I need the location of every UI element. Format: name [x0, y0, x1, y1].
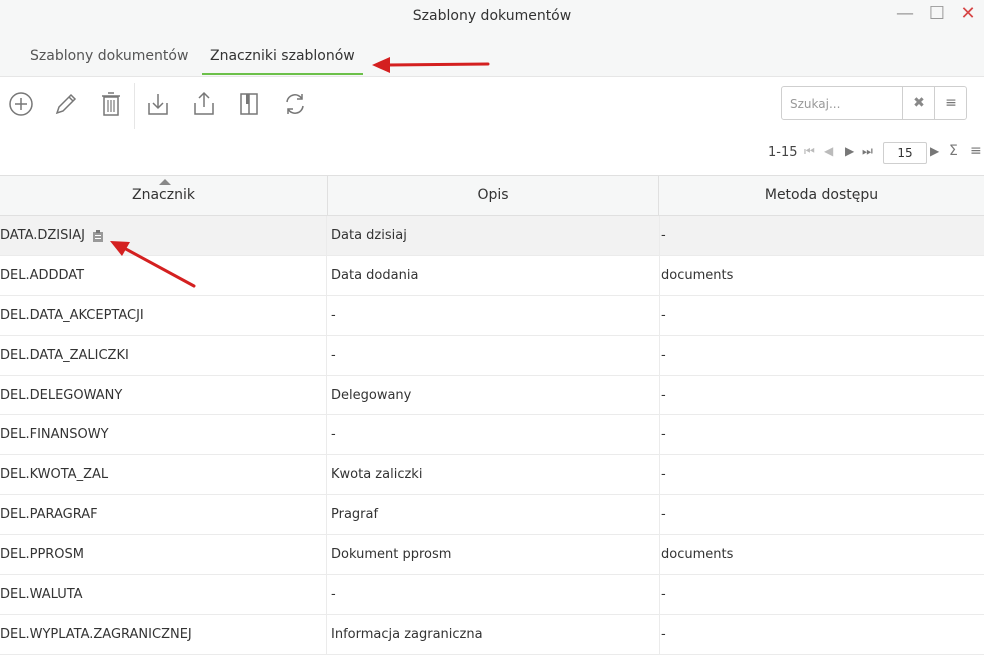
- table-row[interactable]: DEL.PPROSM Dokument pprosm documents: [0, 535, 984, 576]
- clipboard-copy-icon[interactable]: [91, 229, 105, 243]
- tab-znaczniki-szablonow[interactable]: Znaczniki szablonów: [202, 48, 363, 75]
- page-size-next-button[interactable]: ▶: [930, 144, 939, 158]
- table-row[interactable]: DEL.WYPLATA.ZAGRANICZNEJ Informacja zagr…: [0, 614, 984, 655]
- search-clear-button[interactable]: ✖: [902, 87, 935, 119]
- toolbar-separator: [134, 83, 135, 129]
- first-page-button[interactable]: ⏮: [804, 144, 815, 159]
- column-header-opis[interactable]: Opis: [328, 176, 659, 215]
- search-box: ✖ ≡: [781, 86, 967, 120]
- tabs-bar: Szablony dokumentów Znaczniki szablonów: [0, 34, 984, 77]
- export-icon[interactable]: [189, 89, 219, 119]
- table-row[interactable]: DEL.DATA_AKCEPTACJI - -: [0, 295, 984, 336]
- column-header-znacznik[interactable]: Znacznik: [0, 176, 328, 215]
- tag-cell: DEL.PPROSM: [0, 535, 327, 575]
- desc-cell: -: [328, 335, 660, 375]
- desc-cell: Delegowany: [328, 375, 660, 415]
- grid-menu-button[interactable]: ≡: [970, 143, 982, 159]
- desc-cell: Kwota zaliczki: [328, 455, 660, 495]
- desc-cell: Pragraf: [328, 495, 660, 535]
- table-row[interactable]: DEL.DELEGOWANY Delegowany -: [0, 375, 984, 416]
- access-cell: -: [661, 587, 666, 603]
- search-input[interactable]: [788, 93, 902, 115]
- annotation-arrow: [110, 241, 196, 288]
- desc-cell: Dokument pprosm: [328, 535, 660, 575]
- page-size-input[interactable]: 15: [883, 142, 927, 164]
- access-cell: -: [661, 307, 666, 323]
- desc-cell: Data dodania: [328, 255, 660, 295]
- table-row[interactable]: DEL.FINANSOWY - -: [0, 415, 984, 456]
- prev-page-button[interactable]: ◀: [824, 144, 833, 158]
- edit-icon[interactable]: [51, 89, 81, 119]
- tag-cell: DATA.DZISIAJ: [0, 228, 85, 243]
- tag-cell: DEL.KWOTA_ZAL: [0, 455, 327, 495]
- access-cell: -: [661, 507, 666, 523]
- refresh-icon[interactable]: [280, 89, 310, 119]
- column-header-metoda-dostepu[interactable]: Metoda dostępu: [659, 176, 984, 215]
- access-cell: -: [661, 467, 666, 483]
- access-cell: -: [661, 387, 666, 403]
- import-icon[interactable]: [143, 89, 173, 119]
- desc-cell: -: [328, 295, 660, 335]
- desc-cell: -: [328, 575, 660, 615]
- tag-cell: DEL.DELEGOWANY: [0, 375, 327, 415]
- access-cell: -: [661, 626, 666, 642]
- next-page-button[interactable]: ▶: [845, 144, 854, 158]
- pagination: 1-15 ⏮ ◀ ▶ ⏭ 15 ▶ Σ ≡: [760, 142, 984, 164]
- page-range: 1-15: [768, 145, 798, 160]
- access-cell: -: [661, 228, 666, 243]
- desc-cell: -: [328, 415, 660, 455]
- access-cell: documents: [661, 267, 734, 283]
- delete-icon[interactable]: [96, 89, 126, 119]
- access-cell: documents: [661, 547, 734, 563]
- tag-cell: DEL.PARAGRAF: [0, 495, 327, 535]
- access-cell: -: [661, 347, 666, 363]
- tag-cell: DEL.WYPLATA.ZAGRANICZNEJ: [0, 614, 327, 654]
- close-button[interactable]: ✕: [955, 3, 981, 25]
- search-menu-button[interactable]: ≡: [934, 87, 967, 119]
- last-page-button[interactable]: ⏭: [862, 144, 873, 159]
- sum-button[interactable]: Σ: [949, 143, 958, 159]
- table-row[interactable]: DEL.DATA_ZALICZKI - -: [0, 335, 984, 376]
- tag-cell: DEL.DATA_AKCEPTACJI: [0, 295, 327, 335]
- tab-szablony-dokumentow[interactable]: Szablony dokumentów: [22, 48, 196, 72]
- title-bar: Szablony dokumentów — ☐ ✕: [0, 0, 984, 34]
- desc-cell: Informacja zagraniczna: [328, 614, 660, 654]
- table-header: Znacznik Opis Metoda dostępu: [0, 175, 984, 216]
- tag-cell: DEL.DATA_ZALICZKI: [0, 335, 327, 375]
- table-row[interactable]: DEL.PARAGRAF Pragraf -: [0, 495, 984, 536]
- desc-cell: Data dzisiaj: [328, 216, 660, 255]
- tag-cell: DEL.WALUTA: [0, 575, 327, 615]
- table-row[interactable]: DEL.KWOTA_ZAL Kwota zaliczki -: [0, 455, 984, 496]
- table-row[interactable]: DEL.WALUTA - -: [0, 575, 984, 615]
- access-cell: -: [661, 427, 666, 443]
- minimize-button[interactable]: —: [892, 3, 918, 25]
- columns-icon[interactable]: [234, 89, 264, 119]
- add-icon[interactable]: [6, 89, 36, 119]
- window-title: Szablony dokumentów: [412, 8, 572, 24]
- annotation-arrow: [372, 57, 490, 73]
- maximize-button[interactable]: ☐: [924, 3, 950, 25]
- tag-cell: DEL.FINANSOWY: [0, 415, 327, 455]
